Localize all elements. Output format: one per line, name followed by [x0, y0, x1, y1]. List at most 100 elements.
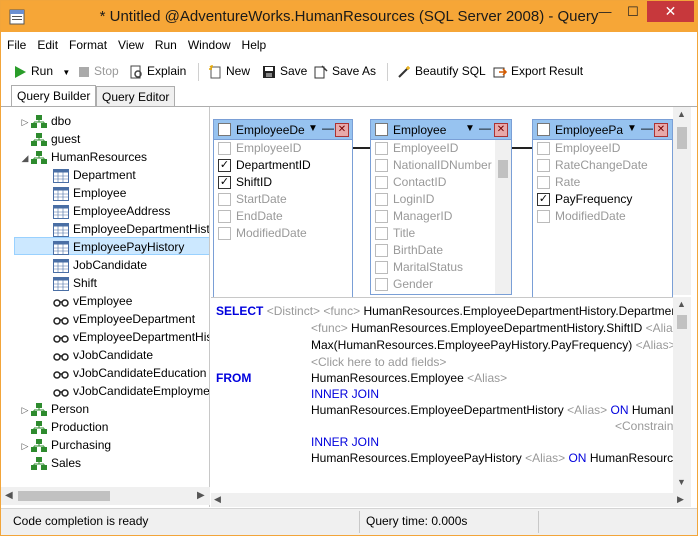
field-checkbox[interactable]: [218, 142, 231, 155]
menu-edit[interactable]: Edit: [31, 34, 63, 52]
field-checkbox[interactable]: ✓: [218, 176, 231, 189]
sql-on-keyword[interactable]: ON: [611, 403, 629, 417]
field-row[interactable]: LoginID: [371, 191, 511, 208]
sql-inner-join-keyword[interactable]: INNER JOIN: [311, 387, 379, 401]
field-checkbox[interactable]: [218, 227, 231, 240]
sql-vertical-scrollbar[interactable]: ▲ ▼: [673, 297, 691, 493]
tree-table-jobcandidate[interactable]: JobCandidate: [53, 256, 147, 274]
tree-schema-production[interactable]: Production: [19, 418, 108, 436]
sql-join-table[interactable]: HumanResources.EmployeePayHistory: [311, 451, 522, 465]
field-checkbox[interactable]: ✓: [218, 159, 231, 172]
tree-view-vjobcandidate[interactable]: vJobCandidate: [53, 346, 153, 364]
field-row[interactable]: EmployeeID: [371, 140, 511, 157]
tree-schema-guest[interactable]: guest: [19, 130, 80, 148]
scroll-up-icon[interactable]: ▲: [677, 299, 686, 309]
sql-select-field[interactable]: Max(HumanResources.EmployeePayHistory.Pa…: [311, 338, 632, 352]
field-checkbox[interactable]: ✓: [537, 193, 550, 206]
sql-select-field[interactable]: HumanResources.EmployeeDepartmentHistory…: [363, 304, 673, 318]
table-box-employeepayhistory[interactable]: EmployeePa ▼ — ✕ EmployeeID RateChangeDa…: [532, 119, 673, 299]
field-row[interactable]: EmployeeID: [214, 140, 352, 157]
select-all-checkbox[interactable]: [218, 123, 231, 136]
field-row[interactable]: MaritalStatus: [371, 259, 511, 276]
field-row[interactable]: EndDate: [214, 208, 352, 225]
field-row[interactable]: EmployeeID: [533, 140, 672, 157]
save-button[interactable]: Save: [262, 62, 307, 82]
minimize-table-icon[interactable]: —: [322, 121, 334, 135]
tree-table-employeepayhistory[interactable]: EmployeePayHistory: [14, 237, 209, 255]
scroll-up-icon[interactable]: ▲: [677, 109, 686, 119]
sql-join-table[interactable]: HumanResources.EmployeeDepartmentHistory: [311, 403, 564, 417]
sql-alias-placeholder[interactable]: <Alias>: [646, 321, 673, 335]
menu-view[interactable]: View: [112, 34, 149, 52]
field-row[interactable]: Gender: [371, 276, 511, 293]
sql-alias-placeholder[interactable]: <Alias>: [525, 451, 565, 465]
sql-select-keyword[interactable]: SELECT: [216, 304, 263, 318]
collapse-icon[interactable]: ◢: [19, 149, 31, 167]
menu-help[interactable]: Help: [236, 34, 272, 52]
expand-icon[interactable]: ▷: [19, 437, 31, 455]
beautify-sql-button[interactable]: Beautify SQL: [397, 62, 486, 82]
tree-horizontal-scrollbar[interactable]: ◀ ▶: [1, 487, 210, 505]
sql-func-placeholder[interactable]: <func>: [323, 304, 360, 318]
tree-schema-purchasing[interactable]: ▷ Purchasing: [19, 436, 112, 455]
tree-view-vjobcandidateeducation[interactable]: vJobCandidateEducation: [53, 364, 206, 382]
sql-alias-placeholder[interactable]: <Alias>: [636, 338, 673, 352]
table-menu-dropdown-icon[interactable]: ▼: [627, 123, 637, 134]
sql-alias-placeholder[interactable]: <Alias>: [467, 371, 507, 385]
field-row[interactable]: ✓ DepartmentID: [214, 157, 352, 174]
table-box-scrollbar[interactable]: [495, 140, 511, 294]
tree-schema-person[interactable]: ▷ Person: [19, 400, 90, 418]
diagram-vertical-scrollbar[interactable]: ▲: [673, 107, 691, 295]
field-checkbox[interactable]: [375, 261, 388, 274]
export-result-button[interactable]: Export Result: [493, 62, 583, 82]
scroll-thumb[interactable]: [18, 491, 110, 501]
field-checkbox[interactable]: [375, 176, 388, 189]
field-checkbox[interactable]: [375, 278, 388, 291]
sql-from-keyword[interactable]: FROM: [216, 371, 251, 385]
field-checkbox[interactable]: [375, 193, 388, 206]
table-menu-dropdown-icon[interactable]: ▼: [308, 123, 318, 134]
field-row[interactable]: BirthDate: [371, 242, 511, 259]
run-dropdown-icon[interactable]: ▼: [62, 68, 70, 77]
menu-file[interactable]: File: [1, 34, 31, 52]
select-all-checkbox[interactable]: [375, 123, 388, 136]
sql-distinct-placeholder[interactable]: <Distinct>: [267, 304, 320, 318]
save-as-button[interactable]: Save As: [314, 62, 376, 82]
scroll-down-icon[interactable]: ▼: [677, 477, 686, 487]
field-checkbox[interactable]: [537, 176, 550, 189]
minimize-button[interactable]: —: [591, 1, 619, 22]
select-all-checkbox[interactable]: [537, 123, 550, 136]
tree-table-department[interactable]: Department: [53, 166, 136, 184]
tab-query-editor[interactable]: Query Editor: [96, 86, 176, 107]
scroll-right-icon[interactable]: ▶: [197, 490, 205, 501]
sql-alias-placeholder[interactable]: <Alias>: [567, 403, 607, 417]
field-checkbox[interactable]: [537, 142, 550, 155]
tree-schema-sales[interactable]: Sales: [19, 454, 81, 472]
sql-from-table[interactable]: HumanResources.Employee: [311, 371, 464, 385]
scroll-right-icon[interactable]: ▶: [677, 494, 684, 505]
field-row[interactable]: ContactID: [371, 174, 511, 191]
field-row[interactable]: Title: [371, 225, 511, 242]
field-row[interactable]: ✓ PayFrequency: [533, 191, 672, 208]
sql-on-keyword[interactable]: ON: [568, 451, 586, 465]
tree-view-vemployee[interactable]: vEmployee: [53, 292, 132, 310]
field-checkbox[interactable]: [218, 193, 231, 206]
scroll-thumb[interactable]: [677, 127, 687, 149]
field-checkbox[interactable]: [375, 142, 388, 155]
field-row[interactable]: ✓ ShiftID: [214, 174, 352, 191]
field-checkbox[interactable]: [218, 210, 231, 223]
tab-query-builder[interactable]: Query Builder: [11, 85, 97, 107]
remove-table-icon[interactable]: ✕: [494, 123, 508, 137]
table-menu-dropdown-icon[interactable]: ▼: [465, 123, 475, 134]
sql-add-fields-link[interactable]: <Click here to add fields>: [311, 355, 446, 369]
tree-view-vemployeedepartment[interactable]: vEmployeeDepartment: [53, 310, 195, 328]
sql-designer-area[interactable]: SELECT <Distinct> <func> HumanResources.…: [211, 297, 673, 507]
field-row[interactable]: ModifiedDate: [533, 208, 672, 225]
sql-constraint-placeholder[interactable]: <Constrains: [615, 419, 673, 433]
maximize-button[interactable]: ☐: [619, 1, 647, 22]
sql-join-condition[interactable]: HumanI: [632, 403, 673, 417]
field-checkbox[interactable]: [537, 159, 550, 172]
remove-table-icon[interactable]: ✕: [654, 123, 668, 137]
tree-table-employeedepartmenthistory[interactable]: EmployeeDepartmentHistory: [53, 220, 209, 238]
sql-join-condition[interactable]: HumanResource: [590, 451, 673, 465]
